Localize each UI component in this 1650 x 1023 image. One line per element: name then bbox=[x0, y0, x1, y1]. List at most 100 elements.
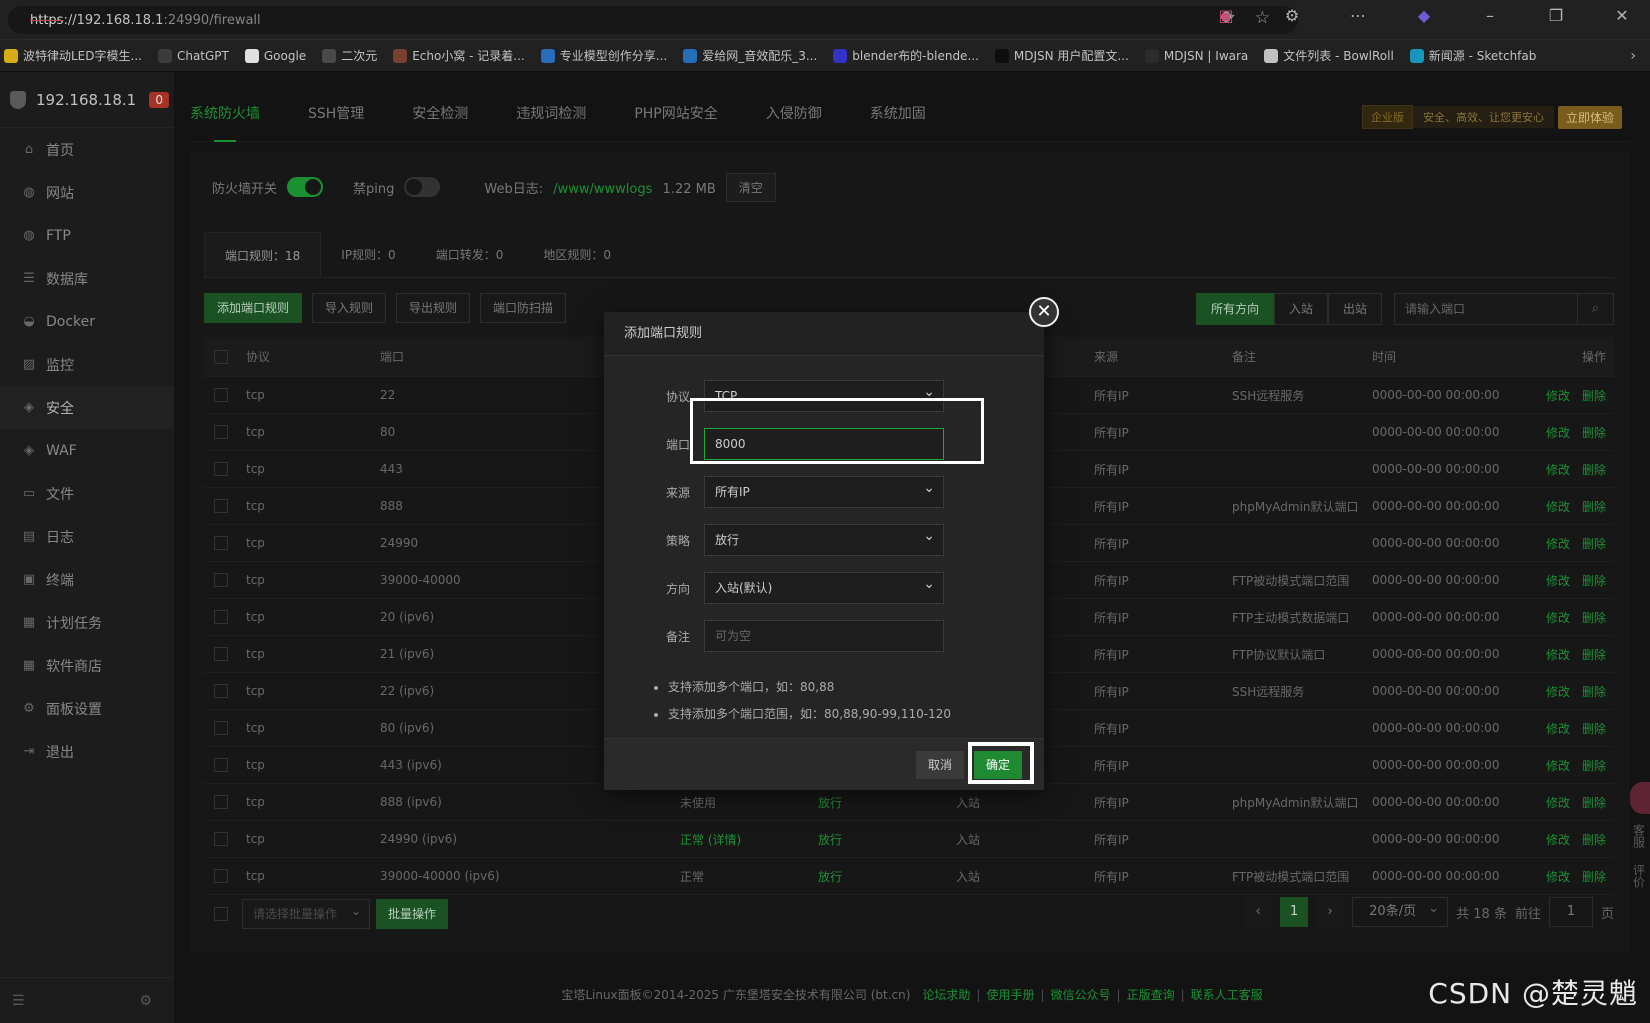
delete-link[interactable]: 删除 bbox=[1582, 833, 1606, 847]
edit-link[interactable]: 修改 bbox=[1546, 796, 1570, 810]
minimize-icon[interactable]: – bbox=[1472, 6, 1508, 25]
edit-link[interactable]: 修改 bbox=[1546, 574, 1570, 588]
row-checkbox[interactable] bbox=[214, 462, 228, 476]
bookmark-item[interactable]: 文件列表 - BowlRoll bbox=[1264, 47, 1394, 64]
tab-item[interactable]: PHP网站安全 bbox=[634, 86, 717, 142]
close-dialog-icon[interactable]: ✕ bbox=[1029, 297, 1059, 327]
search-icon[interactable]: ⌕ bbox=[1577, 294, 1613, 324]
clear-log-button[interactable]: 清空 bbox=[725, 172, 776, 202]
field-input[interactable]: 8000 bbox=[704, 428, 944, 460]
delete-link[interactable]: 删除 bbox=[1582, 685, 1606, 699]
sidebar-item[interactable]: ◒ Docker bbox=[0, 300, 174, 343]
tab-item[interactable]: 安全检测 bbox=[412, 86, 468, 142]
sidebar-item[interactable]: ▤ 日志 bbox=[0, 515, 174, 558]
row-checkbox[interactable] bbox=[214, 721, 228, 735]
delete-link[interactable]: 删除 bbox=[1582, 463, 1606, 477]
action-button[interactable]: 端口防扫描 bbox=[480, 293, 567, 323]
cancel-button[interactable]: 取消 bbox=[916, 751, 965, 779]
footer-link[interactable]: 正版查询 bbox=[1127, 988, 1175, 1002]
page-number[interactable]: 1 bbox=[1280, 897, 1309, 927]
direction-button[interactable]: 出站 bbox=[1327, 293, 1382, 325]
action-button[interactable]: 添加端口规则 bbox=[204, 293, 303, 323]
firewall-toggle[interactable] bbox=[287, 177, 324, 197]
weblog-path-link[interactable]: /www/wwwlogs bbox=[553, 182, 652, 197]
tab-item[interactable]: 系统加固 bbox=[870, 86, 926, 142]
field-input[interactable]: 可为空 bbox=[704, 620, 944, 652]
row-checkbox[interactable] bbox=[214, 758, 228, 772]
sidebar-item[interactable]: ▨ 监控 bbox=[0, 343, 174, 386]
bookmark-item[interactable]: MDJSN | Iwara bbox=[1144, 48, 1248, 63]
prev-page-icon[interactable]: ‹ bbox=[1244, 897, 1273, 927]
tab-item[interactable]: 入侵防御 bbox=[766, 86, 822, 142]
footer-link[interactable]: 微信公众号 bbox=[1051, 988, 1111, 1002]
bookmark-item[interactable]: 新闻源 - Sketchfab bbox=[1409, 47, 1536, 64]
bookmark-item[interactable]: 专业模型创作分享... bbox=[540, 47, 667, 64]
bookmark-item[interactable]: Echo小窝 - 记录着... bbox=[393, 47, 525, 64]
edit-link[interactable]: 修改 bbox=[1546, 389, 1570, 403]
sidebar-item[interactable]: ▣ 终端 bbox=[0, 558, 174, 601]
bookmark-item[interactable]: MDJSN 用户配置文... bbox=[994, 47, 1129, 64]
translate-icon[interactable] bbox=[1630, 782, 1650, 814]
delete-link[interactable]: 删除 bbox=[1582, 870, 1606, 884]
ping-toggle[interactable] bbox=[404, 177, 441, 197]
delete-link[interactable]: 删除 bbox=[1582, 648, 1606, 662]
row-checkbox[interactable] bbox=[214, 499, 228, 513]
puzzle-icon[interactable]: ⚙ bbox=[1274, 6, 1310, 25]
collapse-menu-icon[interactable]: ☰ bbox=[12, 993, 25, 1009]
goto-page-input[interactable]: 1 bbox=[1548, 897, 1593, 927]
delete-link[interactable]: 删除 bbox=[1582, 389, 1606, 403]
edit-link[interactable]: 修改 bbox=[1546, 426, 1570, 440]
direction-button[interactable]: 入站 bbox=[1273, 293, 1328, 325]
edit-link[interactable]: 修改 bbox=[1546, 648, 1570, 662]
field-select[interactable]: 所有IP bbox=[704, 473, 944, 508]
edit-link[interactable]: 修改 bbox=[1546, 833, 1570, 847]
delete-link[interactable]: 删除 bbox=[1582, 500, 1606, 514]
row-checkbox[interactable] bbox=[214, 388, 228, 402]
bookmark-item[interactable]: 波特律动LED字模生... bbox=[4, 47, 142, 64]
sidebar-item[interactable]: ◍ 网站 bbox=[0, 171, 174, 214]
bookmark-item[interactable]: ChatGPT bbox=[157, 48, 229, 63]
bookmark-item[interactable]: 爱给网_音效配乐_3... bbox=[683, 47, 817, 64]
footer-link[interactable]: 联系人工客服 bbox=[1191, 988, 1263, 1002]
edit-link[interactable]: 修改 bbox=[1546, 537, 1570, 551]
row-checkbox[interactable] bbox=[214, 684, 228, 698]
row-checkbox[interactable] bbox=[214, 832, 228, 846]
confirm-button[interactable]: 确定 bbox=[974, 751, 1023, 779]
tab-item[interactable]: SSH管理 bbox=[308, 86, 364, 142]
footer-link[interactable]: 使用手册 bbox=[986, 988, 1034, 1002]
row-checkbox[interactable] bbox=[214, 869, 228, 883]
bulk-action-button[interactable]: 批量操作 bbox=[376, 899, 449, 929]
close-window-icon[interactable]: ✕ bbox=[1604, 6, 1640, 25]
service-label[interactable]: 客服 bbox=[1631, 824, 1648, 848]
edit-link[interactable]: 修改 bbox=[1546, 611, 1570, 625]
field-select[interactable]: 入站(默认) bbox=[704, 569, 944, 604]
edit-link[interactable]: 修改 bbox=[1546, 870, 1570, 884]
bookmark-item[interactable]: blender布的-blende... bbox=[833, 47, 979, 64]
sidebar-item[interactable]: ⚙ 面板设置 bbox=[0, 687, 174, 730]
delete-link[interactable]: 删除 bbox=[1582, 722, 1606, 736]
delete-link[interactable]: 删除 bbox=[1582, 611, 1606, 625]
delete-link[interactable]: 删除 bbox=[1582, 796, 1606, 810]
sidebar-item[interactable]: ▦ 软件商店 bbox=[0, 644, 174, 687]
port-search-input[interactable] bbox=[1395, 302, 1577, 316]
delete-link[interactable]: 删除 bbox=[1582, 759, 1606, 773]
field-select[interactable]: 放行 bbox=[704, 521, 944, 556]
copilot-icon[interactable]: ◆ bbox=[1406, 6, 1442, 25]
row-checkbox[interactable] bbox=[214, 425, 228, 439]
edit-link[interactable]: 修改 bbox=[1546, 500, 1570, 514]
delete-link[interactable]: 删除 bbox=[1582, 537, 1606, 551]
extension-icon[interactable]: ▣ bbox=[1208, 6, 1244, 25]
restore-icon[interactable]: ❐ bbox=[1538, 6, 1574, 25]
sidebar-item[interactable]: ◈ WAF bbox=[0, 429, 174, 472]
alert-badge[interactable]: 0 bbox=[149, 91, 169, 108]
action-button[interactable]: 导入规则 bbox=[312, 293, 387, 323]
sidebar-item[interactable]: ◈ 安全 bbox=[0, 386, 174, 429]
select-all-checkbox[interactable] bbox=[214, 907, 228, 921]
edit-link[interactable]: 修改 bbox=[1546, 463, 1570, 477]
more-icon[interactable]: ⋯ bbox=[1340, 6, 1376, 25]
tab-item[interactable]: 系统防火墙 bbox=[190, 86, 260, 142]
header-checkbox[interactable] bbox=[214, 349, 228, 364]
sidebar-item[interactable]: ⇥ 退出 bbox=[0, 730, 174, 773]
rule-subtab[interactable]: IP规则：0 bbox=[321, 232, 415, 277]
per-page-select[interactable]: 20条/页 bbox=[1352, 895, 1449, 927]
